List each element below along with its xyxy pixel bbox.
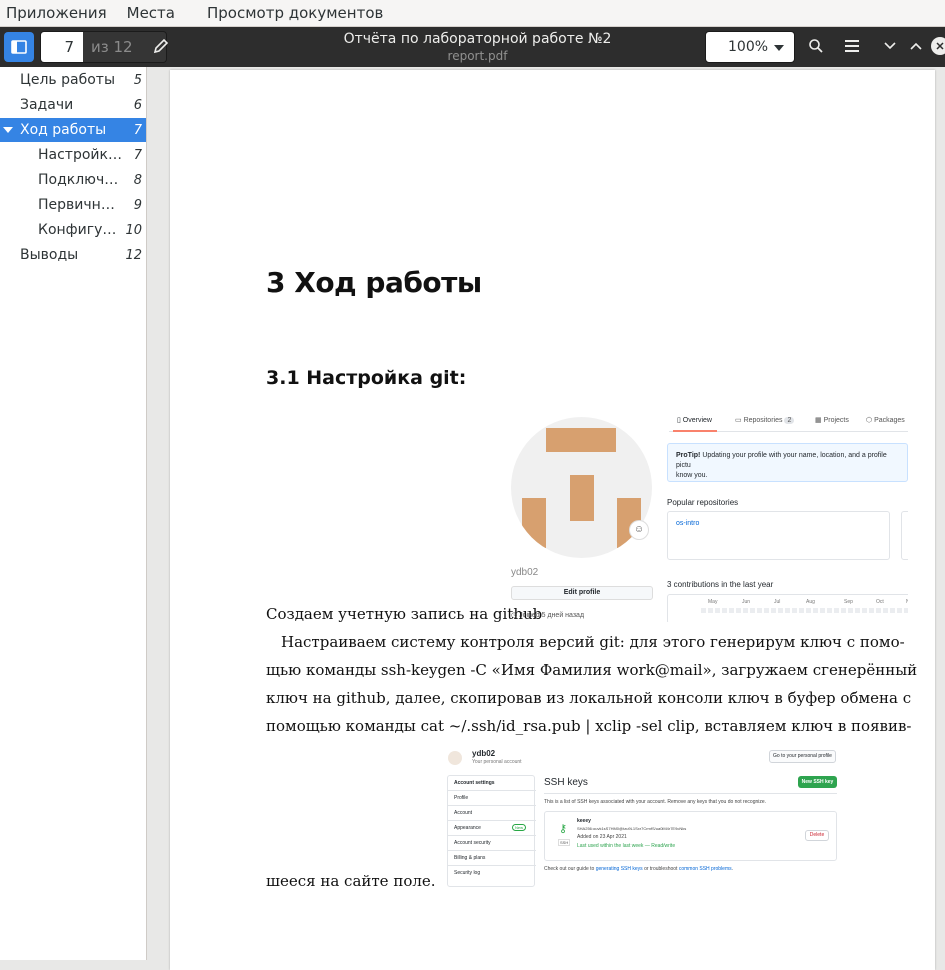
paragraph-line: помощью команды cat ~/.ssh/id_rsa.pub | … [266,717,912,735]
key-fingerprint: SHA256:ouvk1sS7HM0@tzu9L1Sxr7CrmfS/ua0iM… [577,826,687,831]
top-menubar: Приложения Места Просмотр документов [0,0,945,27]
toc-item-tasks[interactable]: Задачи 6 [0,93,146,117]
repo-name: os-intro [676,520,700,527]
toc-item-label: Ход работы [20,122,107,138]
section-heading: 3 Ход работы [266,266,482,299]
github-profile-screenshot: ☺ ydb02 Edit profile ◷ Joined 5 дней наз… [504,410,908,622]
close-button[interactable] [931,37,945,55]
page-number-input[interactable]: 7 [41,32,83,62]
maximize-button[interactable] [905,35,927,57]
toc-item-initial[interactable]: Первична… 9 [0,193,146,217]
ssh-keys-heading: SSH keys [544,777,588,788]
header-bar: 7 из 12 Отчёта по лабораторной работе №2… [0,27,945,67]
ssh-page-username: ydb02 [472,749,496,758]
search-button[interactable] [805,35,827,57]
key-last-used: Last used within the last week — Read/wr… [577,843,676,849]
hamburger-icon [845,40,859,52]
settings-menu: Account settings Profile Account Appeara… [447,775,536,887]
popular-repos-heading: Popular repositories [667,498,739,507]
avatar [448,751,462,765]
annotate-button[interactable] [150,35,172,57]
toc-item-label: Задачи [20,97,74,113]
contribution-graph: May Jun Jul Aug Sep Oct No [667,594,908,622]
toc-item-page: 6 [133,97,142,113]
toc-item-label: Цель работы [20,72,116,88]
github-ssh-keys-screenshot: ydb02 Your personal account Go to your p… [446,745,839,887]
chevron-up-icon [910,42,922,50]
tab-projects: ▦ Projects [815,417,849,424]
pencil-icon [153,38,169,54]
toc-item-connect[interactable]: Подключе… 8 [0,168,146,192]
repo-card: os-intro [667,511,890,560]
toc-item-config[interactable]: Конфигура… 10 [0,218,146,242]
document-title: Отчёта по лабораторной работе №2 [343,31,612,47]
ssh-keys-description: This is a list of SSH keys associated wi… [544,799,767,805]
menu-applications[interactable]: Приложения [0,4,113,22]
toc-item-label: Выводы [20,247,79,263]
zoom-value: 100% [728,39,769,55]
toc-item-page: 10 [125,222,142,238]
tab-repositories: ▭ Repositories 2 [735,416,795,424]
toc-item-goal[interactable]: Цель работы 5 [0,68,146,92]
menu-document-viewer[interactable]: Просмотр документов [201,4,389,22]
document-page: 3 Ход работы 3.1 Настройка git: ☺ ydb02 … [170,70,935,970]
toc-item-page: 5 [133,72,142,88]
toc-sidebar: Цель работы 5 Задачи 6 Ход работы 7 Наст… [0,67,147,960]
toc-item-conclusions[interactable]: Выводы 12 [0,243,146,267]
toc-item-git-setup[interactable]: Настройка … 7 [0,143,146,167]
document-filename: report.pdf [447,49,508,63]
minimize-button[interactable] [879,35,901,57]
key-name: keeey [577,818,591,824]
delete-key-button: Delete [805,830,829,841]
paragraph-line: Настраиваем систему контроля версий git:… [281,633,905,651]
sidebar-toggle-button[interactable] [4,32,34,62]
toc-item-label: Подключе… [38,172,122,188]
toc-item-label: Настройка … [38,147,122,163]
repo-card [901,511,908,560]
paragraph-line: щью команды ssh-keygen -C «Имя Фамилия w… [266,661,918,679]
personal-account-label: Your personal account [472,759,522,765]
toc-item-page: 7 [133,122,142,138]
toc-item-page: 8 [133,172,142,188]
menu-places[interactable]: Места [121,4,181,22]
protip-banner: ProTip! Updating your profile with your … [667,443,908,482]
edit-profile-button: Edit profile [511,586,653,600]
main-menu-button[interactable] [841,35,863,57]
toc-item-page: 9 [133,197,142,213]
zoom-select[interactable]: 100% [705,31,795,63]
toc-item-label: Конфигура… [38,222,122,238]
page-navigation: 7 из 12 [40,31,167,63]
toc-item-page: 12 [125,247,142,263]
status-emoji-icon: ☺ [629,520,649,540]
paragraph-line: ключ на github, далее, скопировав из лок… [266,689,912,707]
profile-username: ydb02 [511,567,539,578]
subsection-heading: 3.1 Настройка git: [266,367,467,389]
tab-packages: ⬡ Packages [866,417,905,424]
toc-item-page: 7 [133,147,142,163]
ssh-tag: SSH [558,839,571,846]
profile-tabs: ▯ Overview ▭ Repositories 2 ▦ Projects ⬡… [669,410,908,432]
paragraph-line: шееся на сайте поле. [266,872,436,890]
contributions-heading: 3 contributions in the last year [667,580,774,589]
tab-overview: ▯ Overview [677,417,712,424]
key-icon: ⚷ [559,823,568,835]
expander-down-icon[interactable] [3,127,13,133]
ssh-key-entry: ⚷ SSH keeey SHA256:ouvk1sS7HM0@tzu9L1Sxr… [544,811,837,861]
sidebar-icon [11,40,27,54]
new-ssh-key-button: New SSH key [798,776,837,788]
dropdown-arrow-icon [774,45,784,51]
toc-item-label: Первична… [38,197,122,213]
chevron-down-icon [884,42,896,50]
active-tab-underline [673,430,717,432]
key-added-date: Added on 23 Apr 2021 [577,834,627,840]
toc-item-progress[interactable]: Ход работы 7 [0,118,146,142]
close-icon [936,42,944,50]
figure-caption: Создаем учетную запись на github [266,605,543,623]
search-icon [809,39,823,53]
window-title: Отчёта по лабораторной работе №2 report.… [300,30,655,64]
ssh-guide-text: Check out our guide to generating SSH ke… [544,866,734,872]
goto-profile-button: Go to your personal profile [769,750,836,763]
